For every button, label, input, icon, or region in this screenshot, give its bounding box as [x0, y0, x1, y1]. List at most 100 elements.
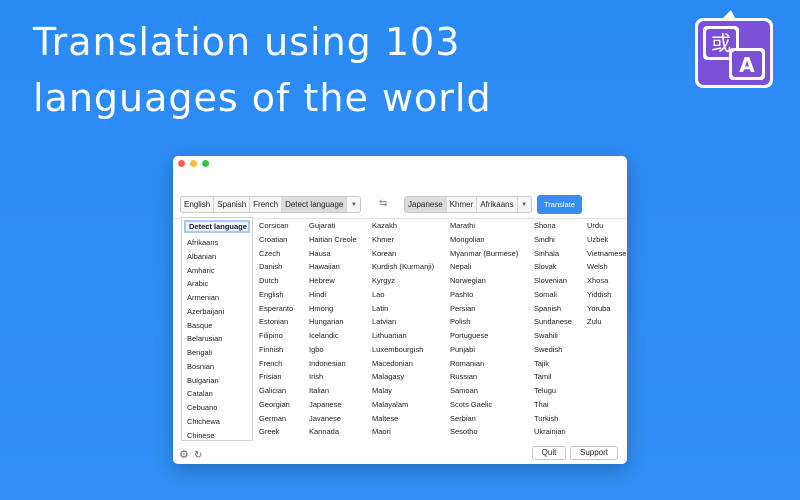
language-option[interactable]: Macedonian	[372, 357, 434, 371]
language-option[interactable]: Igbo	[309, 343, 357, 357]
language-option[interactable]: Croatian	[259, 233, 293, 247]
language-option[interactable]: Dutch	[259, 274, 293, 288]
language-option[interactable]: Zulu	[587, 315, 626, 329]
language-option[interactable]: Galician	[259, 384, 293, 398]
language-option[interactable]: Kyrgyz	[372, 274, 434, 288]
language-option[interactable]: Urdu	[587, 219, 626, 233]
list-item[interactable]: Belarusian	[182, 332, 252, 346]
list-item[interactable]: Azerbaijani	[182, 305, 252, 319]
language-option[interactable]: Danish	[259, 260, 293, 274]
source-seg-spanish[interactable]: Spanish	[214, 197, 251, 212]
language-option[interactable]: Hmong	[309, 302, 357, 316]
list-item[interactable]: Afrikaans	[182, 236, 252, 250]
language-option[interactable]: Hausa	[309, 247, 357, 261]
source-seg-french[interactable]: French	[250, 197, 283, 212]
list-item[interactable]: Cebuano	[182, 401, 252, 415]
language-option[interactable]: Icelandic	[309, 329, 357, 343]
language-option[interactable]: Tamil	[534, 370, 572, 384]
language-option[interactable]: English	[259, 288, 293, 302]
language-option[interactable]: Luxembourgish	[372, 343, 434, 357]
language-option[interactable]: Portuguese	[450, 329, 518, 343]
language-option[interactable]: Sesotho	[450, 425, 518, 439]
language-option[interactable]: Romanian	[450, 357, 518, 371]
list-item[interactable]: Arabic	[182, 277, 252, 291]
language-option[interactable]: Esperanto	[259, 302, 293, 316]
gear-icon[interactable]: ⚙	[179, 448, 189, 461]
language-option[interactable]: Norwegian	[450, 274, 518, 288]
language-option[interactable]: Filipino	[259, 329, 293, 343]
swap-icon[interactable]: ⇆	[379, 198, 387, 209]
language-option[interactable]: Nepali	[450, 260, 518, 274]
target-seg-japanese[interactable]: Japanese	[405, 197, 447, 212]
language-option[interactable]: French	[259, 357, 293, 371]
language-option[interactable]: Hawaiian	[309, 260, 357, 274]
list-item[interactable]: Albanian	[182, 250, 252, 264]
language-option[interactable]: Yiddish	[587, 288, 626, 302]
language-option[interactable]: Malayalam	[372, 398, 434, 412]
language-option[interactable]: Tajik	[534, 357, 572, 371]
target-seg-khmer[interactable]: Khmer	[447, 197, 478, 212]
language-option[interactable]: Malagasy	[372, 370, 434, 384]
list-item[interactable]: Catalan	[182, 387, 252, 401]
language-option[interactable]: Uzbek	[587, 233, 626, 247]
language-option[interactable]: Thai	[534, 398, 572, 412]
language-option[interactable]: Malay	[372, 384, 434, 398]
language-option[interactable]: Lithuanian	[372, 329, 434, 343]
language-option[interactable]: Kazakh	[372, 219, 434, 233]
language-option[interactable]: Latin	[372, 302, 434, 316]
language-option[interactable]: Corsican	[259, 219, 293, 233]
language-option[interactable]: Lao	[372, 288, 434, 302]
language-option[interactable]: Kannada	[309, 425, 357, 439]
language-option[interactable]: Sindhi	[534, 233, 572, 247]
language-option[interactable]: Swedish	[534, 343, 572, 357]
language-option[interactable]: Maori	[372, 425, 434, 439]
language-option[interactable]: Slovenian	[534, 274, 572, 288]
language-option[interactable]: Somali	[534, 288, 572, 302]
language-option[interactable]: Estonian	[259, 315, 293, 329]
language-option[interactable]: Serbian	[450, 412, 518, 426]
language-option[interactable]: Telugu	[534, 384, 572, 398]
language-option[interactable]: Mongolian	[450, 233, 518, 247]
language-option[interactable]: Vietnamese	[587, 247, 626, 261]
language-option[interactable]: Welsh	[587, 260, 626, 274]
language-option[interactable]: Scots Gaelic	[450, 398, 518, 412]
language-option[interactable]: Spanish	[534, 302, 572, 316]
language-option[interactable]: Irish	[309, 370, 357, 384]
language-option[interactable]: Latvian	[372, 315, 434, 329]
language-option[interactable]: Myanmar (Burmese)	[450, 247, 518, 261]
language-option[interactable]: Haitian Creole	[309, 233, 357, 247]
language-option[interactable]: Kurdish (Kurmanji)	[372, 260, 434, 274]
language-option[interactable]: Javanese	[309, 412, 357, 426]
language-option[interactable]: Pashto	[450, 288, 518, 302]
language-option[interactable]: Yoruba	[587, 302, 626, 316]
language-option[interactable]: Khmer	[372, 233, 434, 247]
language-option[interactable]: Xhosa	[587, 274, 626, 288]
close-window-button[interactable]	[178, 160, 185, 167]
language-option[interactable]: Finnish	[259, 343, 293, 357]
language-option[interactable]: Czech	[259, 247, 293, 261]
language-option[interactable]: Slovak	[534, 260, 572, 274]
language-option[interactable]: Maltese	[372, 412, 434, 426]
list-item[interactable]: Bengali	[182, 346, 252, 360]
language-option[interactable]: Persian	[450, 302, 518, 316]
language-option[interactable]: Shona	[534, 219, 572, 233]
list-item[interactable]: Armenian	[182, 291, 252, 305]
minimize-window-button[interactable]	[190, 160, 197, 167]
list-item[interactable]: Bulgarian	[182, 374, 252, 388]
language-option[interactable]: Italian	[309, 384, 357, 398]
source-dropdown-button[interactable]: ▼	[347, 197, 360, 212]
language-option[interactable]: Gujarati	[309, 219, 357, 233]
language-option[interactable]: Hebrew	[309, 274, 357, 288]
target-seg-afrikaans[interactable]: Afrikaans	[477, 197, 518, 212]
source-language-list[interactable]: Detect language Afrikaans Albanian Amhar…	[181, 217, 253, 441]
language-option[interactable]: Punjabi	[450, 343, 518, 357]
language-option[interactable]: Korean	[372, 247, 434, 261]
quit-button[interactable]: Quit	[532, 446, 566, 460]
language-option[interactable]: Russian	[450, 370, 518, 384]
target-dropdown-button[interactable]: ▼	[518, 197, 531, 212]
language-option[interactable]: Ukrainian	[534, 425, 572, 439]
support-button[interactable]: Support	[570, 446, 618, 460]
list-item-selected[interactable]: Detect language	[184, 220, 250, 233]
list-item[interactable]: Amharic	[182, 264, 252, 278]
source-seg-detect-language[interactable]: Detect language	[282, 197, 348, 212]
